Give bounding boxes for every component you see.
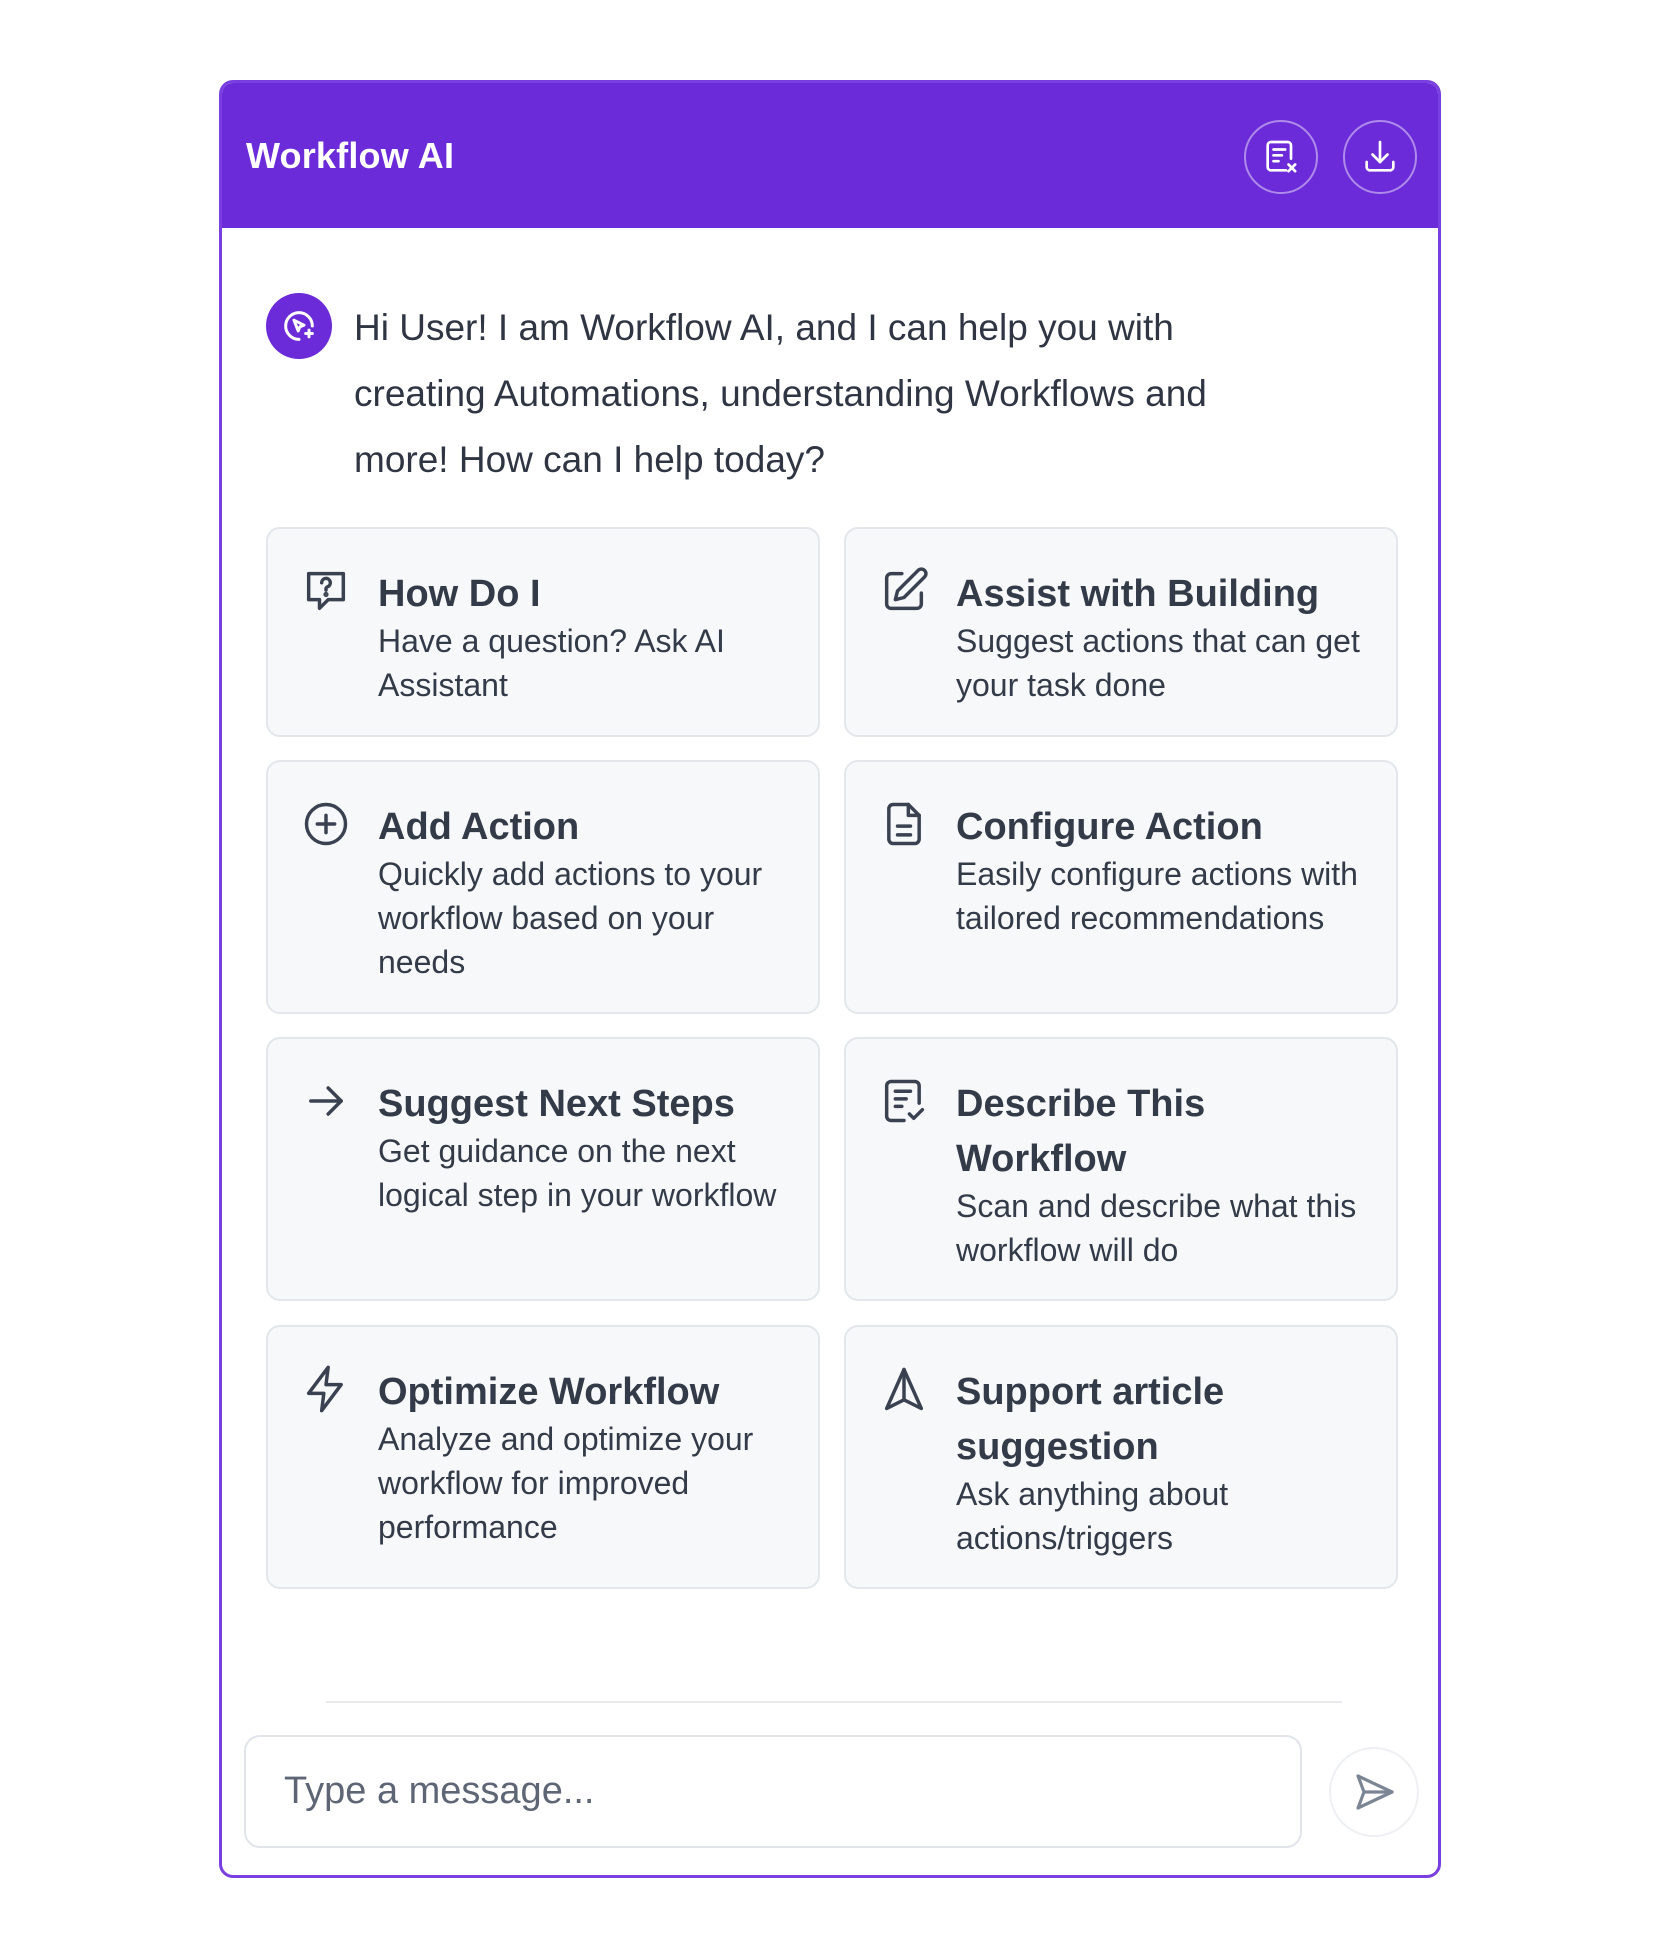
card-title: Describe This Workflow [956,1083,1206,1180]
card-assist-with-building[interactable]: Assist with Building Suggest actions tha… [844,527,1398,737]
card-support-article-suggestion[interactable]: Support article suggestion Ask anything … [844,1325,1398,1589]
assistant-avatar [266,293,332,359]
card-title: Assist with Building [956,573,1320,615]
card-title: Add Action [378,806,580,848]
document-icon [887,802,921,846]
card-title: Configure Action [956,806,1263,848]
message-input[interactable] [246,1737,1300,1846]
card-description: Quickly add actions to your workflow bas… [378,856,763,980]
clear-chat-icon [1266,140,1297,173]
card-description: Analyze and optimize your workflow for i… [378,1421,754,1545]
card-description: Suggest actions that can get your task d… [956,623,1360,703]
card-title: Suggest Next Steps [378,1083,735,1125]
greeting-message: Hi User! I am Workflow AI, and I can hel… [354,307,1207,480]
panel-header: Workflow AI [222,83,1438,228]
send-icon [1356,1774,1394,1810]
card-description: Scan and describe what this workflow wil… [956,1188,1357,1268]
download-icon [1365,140,1395,172]
message-composer [244,1735,1302,1848]
clear-chat-button[interactable] [1244,120,1318,194]
card-describe-this-workflow[interactable]: Describe This Workflow Scan and describe… [844,1037,1398,1301]
panel-title: Workflow AI [246,135,455,176]
workflow-ai-panel: Workflow AI Hi User! I am Workflow AI, a… [219,80,1441,1878]
card-description: Get guidance on the next logical step in… [378,1133,777,1213]
card-description: Have a question? Ask AI Assistant [378,623,725,703]
download-button[interactable] [1343,120,1417,194]
card-suggest-next-steps[interactable]: Suggest Next Steps Get guidance on the n… [266,1037,820,1301]
composer-divider [326,1701,1342,1703]
card-title: Support article suggestion [956,1371,1225,1468]
document-check-icon [884,1079,925,1123]
send-button[interactable] [1329,1747,1419,1837]
card-add-action[interactable]: Add Action Quickly add actions to your w… [266,760,820,1014]
plus-circle-icon [304,802,348,846]
edit-icon [884,567,928,611]
card-description: Ask anything about actions/triggers [956,1476,1229,1556]
lightning-icon [306,1365,343,1413]
question-chat-icon [306,571,346,611]
card-how-do-i[interactable]: How Do I Have a question? Ask AI Assista… [266,527,820,737]
card-optimize-workflow[interactable]: Optimize Workflow Analyze and optimize y… [266,1325,820,1589]
compass-icon [884,1367,924,1411]
ai-assistant-icon [284,311,314,341]
card-description: Easily configure actions with tailored r… [956,856,1358,936]
arrow-right-icon [309,1086,343,1116]
card-title: Optimize Workflow [378,1371,720,1413]
card-title: How Do I [378,573,541,615]
card-configure-action[interactable]: Configure Action Easily configure action… [844,760,1398,1014]
